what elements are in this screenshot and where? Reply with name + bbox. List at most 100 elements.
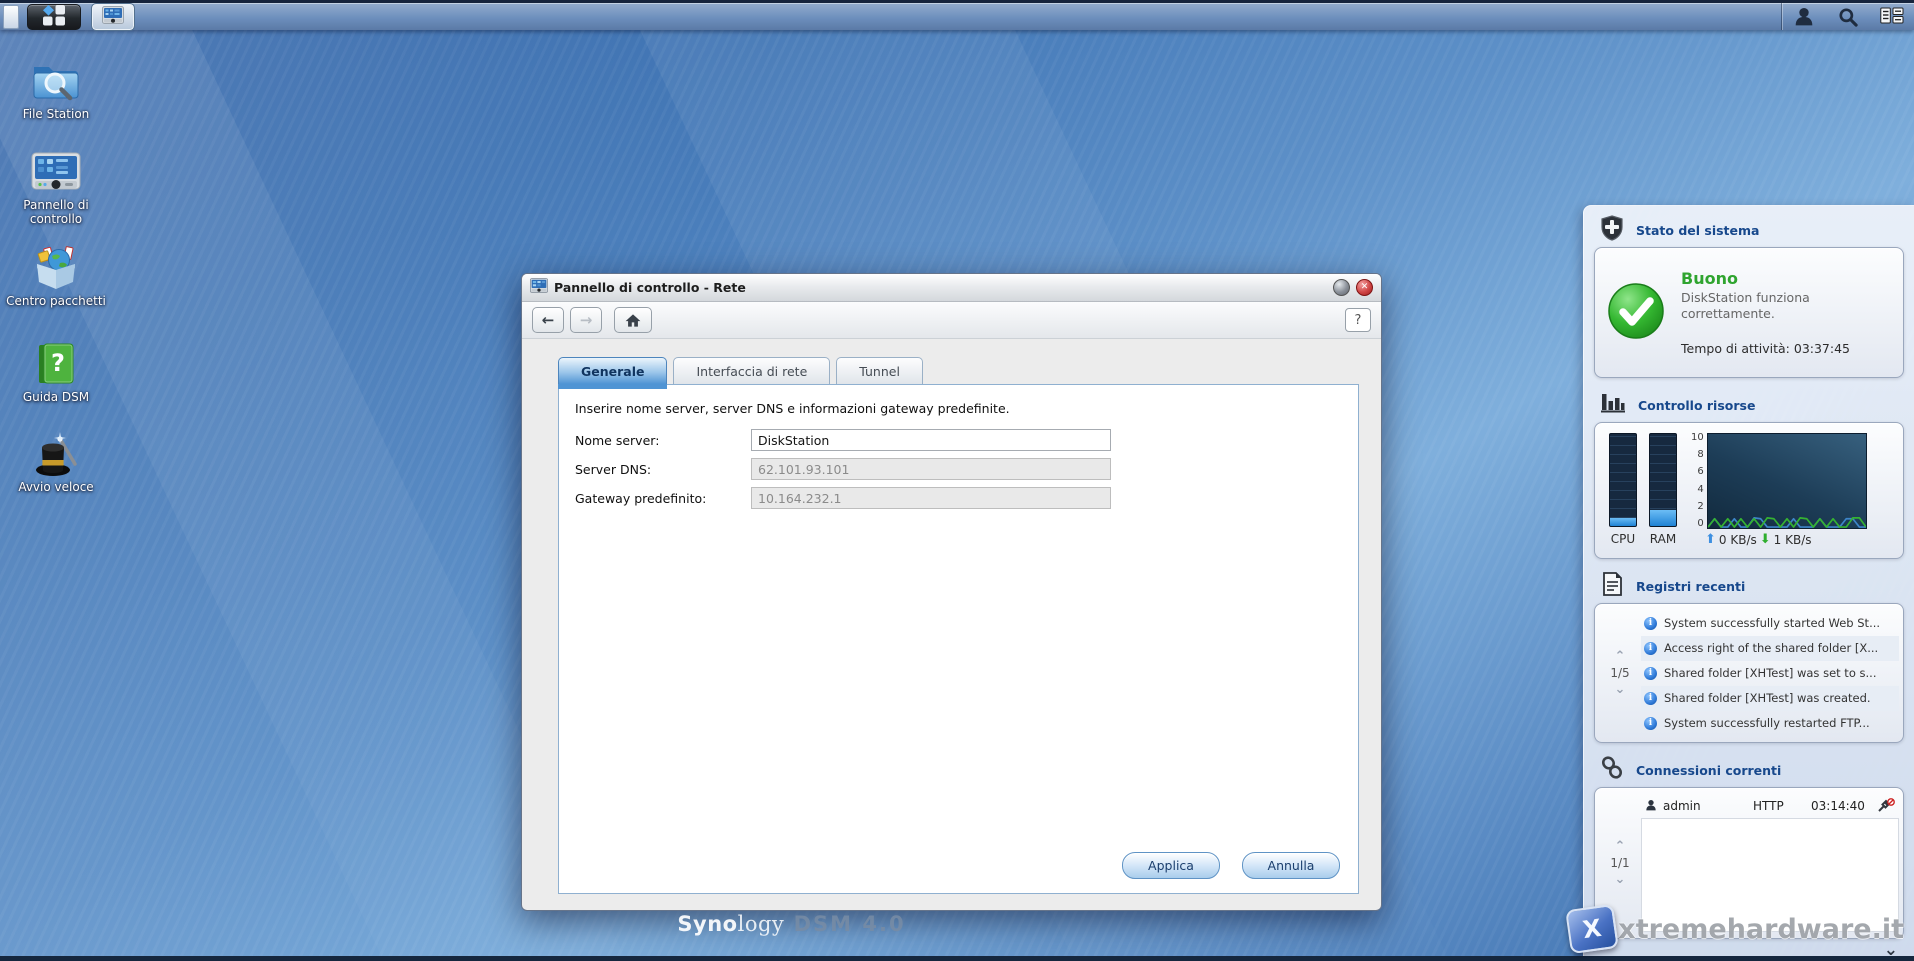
recent-logs-card: ⌃ 1/5 ⌄ iSystem successfully started Web… (1594, 603, 1904, 743)
dns-server-input[interactable] (751, 458, 1111, 480)
connections-page-down[interactable]: ⌄ (1615, 875, 1626, 884)
status-ok-icon (1607, 282, 1665, 344)
desktop-icon-package-center[interactable]: Centro pacchetti (6, 244, 106, 309)
pilot-view-icon[interactable] (1870, 3, 1914, 30)
upload-arrow-icon: ⬆ (1705, 532, 1716, 547)
connection-time: 03:14:40 (1811, 799, 1872, 813)
desktop-icon-label: Avvio veloce (6, 481, 106, 495)
log-document-icon (1600, 571, 1624, 601)
tab-bar: Generale Interfaccia di rete Tunnel (558, 357, 1381, 384)
brand-version: DSM 4.0 (784, 912, 905, 936)
user-icon (1645, 799, 1657, 814)
desktop: File Station Pannello di controllo (0, 0, 1914, 961)
cpu-bar: CPU (1609, 433, 1637, 558)
widget-collapse-chevron[interactable]: ⌄ (1884, 942, 1898, 959)
resource-monitor-header: Controllo risorse (1600, 392, 1904, 418)
log-row[interactable]: iSystem successfully restarted FTP... (1641, 711, 1899, 736)
desktop-icon-label: Guida DSM (6, 391, 106, 405)
help-button[interactable]: ? (1345, 308, 1371, 332)
brand-rest: logy (738, 912, 785, 936)
main-menu-icon (42, 4, 66, 30)
control-panel-icon (29, 148, 83, 196)
package-center-icon (29, 244, 83, 292)
control-panel-icon (530, 278, 548, 297)
status-value: Buono (1681, 269, 1850, 288)
chart-y-axis: 10 8 6 4 2 0 (1691, 433, 1707, 529)
file-station-icon (29, 57, 83, 105)
status-description: DiskStation funziona correttamente. (1681, 290, 1841, 321)
close-button[interactable]: ✕ (1356, 279, 1373, 296)
tab-tunnel[interactable]: Tunnel (836, 357, 923, 384)
upload-rate: 0 KB/s (1719, 533, 1757, 547)
recent-logs-header: Registri recenti (1600, 573, 1904, 599)
connections-content: admin HTTP 03:14:40 (1641, 794, 1899, 932)
default-gateway-input[interactable] (751, 487, 1111, 509)
tab-generale[interactable]: Generale (558, 357, 667, 384)
shield-icon (1600, 215, 1624, 245)
dsm-help-icon: ? (29, 340, 83, 388)
form-row: Server DNS: (575, 458, 1358, 480)
system-status-card: Buono DiskStation funziona correttamente… (1594, 247, 1904, 378)
form-row: Nome server: (575, 429, 1358, 451)
log-row[interactable]: iSystem successfully started Web St... (1641, 611, 1899, 636)
main-menu-button[interactable] (27, 4, 81, 30)
apply-button[interactable]: Applica (1122, 852, 1220, 879)
taskbar-app-control-panel[interactable] (92, 4, 134, 30)
ram-bar: RAM (1649, 433, 1677, 558)
control-panel-window: Pannello di controllo - Rete ✕ ← → ? Gen… (521, 273, 1382, 911)
forward-button[interactable]: → (570, 307, 602, 333)
logs-page-up[interactable]: ⌃ (1615, 652, 1626, 661)
widget-title: Stato del sistema (1636, 223, 1759, 238)
logs-page-down[interactable]: ⌄ (1615, 685, 1626, 694)
tab-interfaccia-di-rete[interactable]: Interfaccia di rete (673, 357, 830, 384)
desktop-icon-control-panel[interactable]: Pannello di controllo (6, 148, 106, 227)
user-account-icon[interactable] (1782, 3, 1826, 30)
form-row: Gateway predefinito: (575, 487, 1358, 509)
uptime-text: Tempo di attività: 03:37:45 (1681, 341, 1850, 356)
info-icon: i (1644, 617, 1657, 630)
ram-label: RAM (1649, 532, 1677, 546)
system-status-header: Stato del sistema (1600, 217, 1904, 243)
widget-title: Connessioni correnti (1636, 763, 1781, 778)
window-toolbar: ← → ? (522, 302, 1381, 339)
log-row[interactable]: iAccess right of the shared folder [X... (1641, 636, 1899, 661)
connections-page-up[interactable]: ⌃ (1615, 842, 1626, 851)
connection-row[interactable]: admin HTTP 03:14:40 (1641, 794, 1899, 818)
desktop-icon-label: Centro pacchetti (6, 295, 106, 309)
info-icon: i (1644, 717, 1657, 730)
log-row[interactable]: iShared folder [XHTest] was set to s... (1641, 661, 1899, 686)
desktop-icon-label: Pannello di controllo (6, 199, 106, 227)
server-name-label: Nome server: (575, 433, 751, 448)
connections-page-indicator: 1/1 (1610, 856, 1629, 870)
widget-title: Registri recenti (1636, 579, 1745, 594)
server-name-input[interactable] (751, 429, 1111, 451)
cancel-button[interactable]: Annulla (1242, 852, 1340, 879)
usage-bars: CPU RAM (1609, 433, 1677, 558)
connection-protocol: HTTP (1753, 799, 1805, 813)
network-legend: ⬆ 0 KB/s ⬇ 1 KB/s (1705, 532, 1867, 547)
disconnect-icon[interactable] (1878, 798, 1895, 815)
default-gateway-label: Gateway predefinito: (575, 491, 751, 506)
desktop-icon-dsm-help[interactable]: ? Guida DSM (6, 340, 106, 405)
log-row[interactable]: iShared folder [XHTest] was created. (1641, 686, 1899, 711)
home-button[interactable] (614, 307, 652, 333)
window-body: Generale Interfaccia di rete Tunnel Inse… (522, 339, 1381, 894)
info-icon: i (1644, 642, 1657, 655)
dns-server-label: Server DNS: (575, 462, 751, 477)
bar-chart-icon (1600, 392, 1626, 418)
widget-title: Controllo risorse (1638, 398, 1755, 413)
logs-pager: ⌃ 1/5 ⌄ (1599, 609, 1641, 737)
desktop-icon-file-station[interactable]: File Station (6, 57, 106, 122)
tab-content-panel: Inserire nome server, server DNS e infor… (558, 384, 1359, 894)
synology-dsm-logo: Synology DSM 4.0 (0, 912, 1583, 936)
log-list: iSystem successfully started Web St... i… (1641, 609, 1899, 737)
search-icon[interactable] (1826, 3, 1870, 30)
show-desktop-button[interactable] (3, 5, 19, 29)
minimize-button[interactable] (1333, 279, 1350, 296)
download-rate: 1 KB/s (1774, 533, 1812, 547)
desktop-icon-quick-start[interactable]: Avvio veloce (6, 430, 106, 495)
back-button[interactable]: ← (532, 307, 564, 333)
logs-page-indicator: 1/5 (1610, 666, 1629, 680)
window-titlebar[interactable]: Pannello di controllo - Rete ✕ (522, 274, 1381, 302)
current-connections-header: Connessioni correnti (1600, 757, 1904, 783)
